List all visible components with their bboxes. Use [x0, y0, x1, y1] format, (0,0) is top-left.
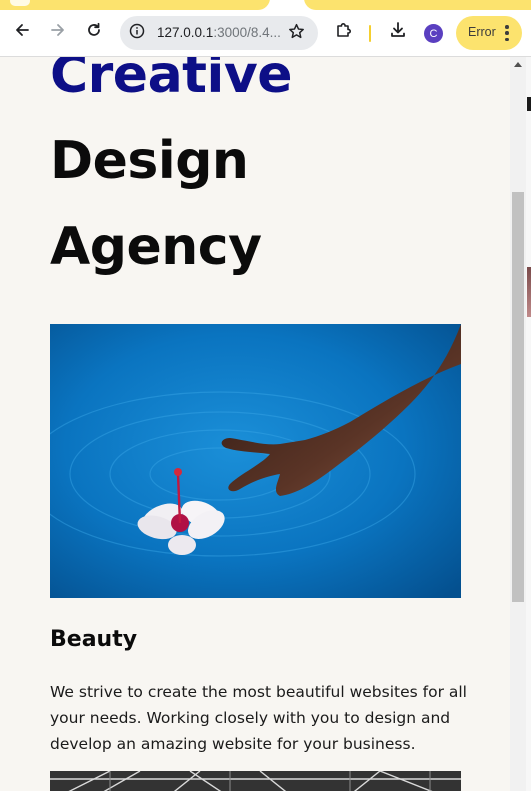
downloads-button[interactable] — [384, 18, 412, 46]
bookmark-button[interactable] — [286, 23, 306, 43]
next-section-image — [50, 771, 461, 791]
url-text[interactable]: 127.0.0.1:3000/8.4... — [157, 25, 282, 40]
section-title: Beauty — [50, 627, 138, 652]
tab-favicon — [10, 0, 30, 6]
adjacent-window-detail — [527, 97, 531, 111]
section-body: We strive to create the most beautiful w… — [50, 683, 467, 753]
download-icon — [389, 21, 407, 43]
tab-strip — [0, 0, 531, 10]
kebab-icon — [503, 24, 511, 42]
star-icon — [288, 23, 305, 44]
error-chip-label: Error — [468, 25, 496, 39]
scroll-thumb[interactable] — [512, 192, 524, 602]
inactive-tab-edge[interactable] — [304, 0, 531, 10]
url-path: :3000/8.4... — [213, 25, 281, 40]
headline-line-2: Design — [50, 131, 249, 191]
browser-toolbar: 127.0.0.1:3000/8.4... C Error — [0, 10, 531, 57]
info-icon — [129, 23, 145, 43]
site-info-button[interactable] — [128, 23, 146, 43]
reload-button[interactable] — [80, 18, 108, 46]
active-tab-edge[interactable] — [0, 0, 270, 10]
adjacent-window-detail — [527, 267, 531, 317]
address-bar[interactable]: 127.0.0.1:3000/8.4... — [120, 16, 318, 50]
extensions-button[interactable] — [330, 18, 358, 46]
arrow-right-icon — [50, 22, 66, 42]
hand-flower-water-illustration — [50, 324, 461, 598]
adjacent-window-edge — [526, 57, 531, 791]
arrow-left-icon — [14, 22, 30, 42]
forward-button[interactable] — [44, 18, 72, 46]
reload-icon — [86, 22, 102, 42]
toolbar-separator — [369, 25, 371, 42]
error-menu-button[interactable]: Error — [456, 16, 522, 50]
hero-image — [50, 324, 461, 598]
page-content: Creative Design Agency Beauty We strive … — [0, 57, 510, 791]
headline-line-3: Agency — [50, 217, 262, 277]
url-host: 127.0.0.1 — [157, 25, 214, 40]
headline-accent: Creative — [50, 57, 293, 105]
structure-photo-illustration — [50, 771, 461, 791]
profile-avatar[interactable]: C — [424, 24, 443, 43]
puzzle-icon — [335, 21, 353, 43]
back-button[interactable] — [8, 18, 36, 46]
page-scrollbar[interactable] — [510, 57, 526, 791]
hero-headline: Creative Design Agency — [50, 57, 293, 290]
scroll-up-arrow-icon[interactable] — [514, 62, 522, 67]
